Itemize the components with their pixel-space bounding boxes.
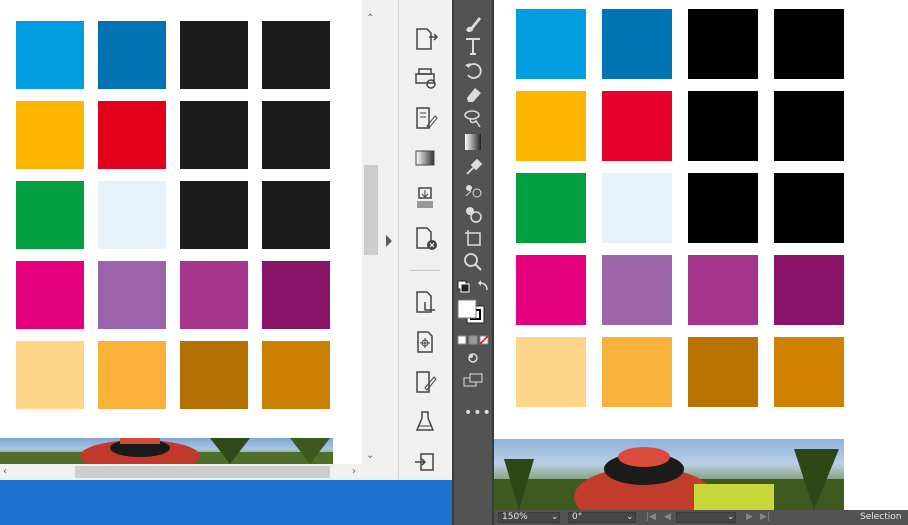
swap-page-icon[interactable] bbox=[411, 448, 439, 476]
color-swatch[interactable] bbox=[602, 91, 672, 161]
zoom-dropdown-icon[interactable]: ⌄ bbox=[551, 512, 559, 523]
color-swatch[interactable] bbox=[98, 341, 166, 409]
color-swatch[interactable] bbox=[262, 21, 330, 89]
scroll-down-icon[interactable]: ⌄ bbox=[366, 451, 374, 461]
export-document-icon[interactable] bbox=[411, 25, 439, 53]
last-artboard-icon[interactable]: ▶| bbox=[760, 512, 770, 523]
swap-colors-icon[interactable] bbox=[478, 280, 488, 291]
color-swatch[interactable] bbox=[180, 21, 248, 89]
blend-icon[interactable] bbox=[462, 179, 484, 201]
pattern-icon[interactable] bbox=[411, 184, 439, 212]
color-swatch[interactable] bbox=[16, 341, 84, 409]
shape-builder-icon[interactable] bbox=[462, 203, 484, 225]
photo-art bbox=[0, 438, 333, 464]
color-swatch[interactable] bbox=[516, 255, 586, 325]
color-swatch[interactable] bbox=[180, 261, 248, 329]
zoom-value: 150% bbox=[502, 512, 528, 522]
next-artboard-icon[interactable]: ▶ bbox=[746, 512, 753, 523]
color-swatch[interactable] bbox=[16, 101, 84, 169]
scroll-left-icon[interactable]: ‹ bbox=[3, 467, 7, 477]
color-swatch[interactable] bbox=[16, 261, 84, 329]
lasso-icon[interactable] bbox=[462, 107, 484, 129]
color-swatch[interactable] bbox=[688, 255, 758, 325]
color-swatch[interactable] bbox=[602, 9, 672, 79]
color-swatch[interactable] bbox=[180, 101, 248, 169]
left-photo[interactable] bbox=[0, 438, 333, 464]
color-swatch[interactable] bbox=[602, 255, 672, 325]
color-swatch[interactable] bbox=[98, 181, 166, 249]
eyedropper-icon[interactable] bbox=[462, 155, 484, 177]
scroll-up-icon[interactable]: ⌃ bbox=[366, 14, 374, 24]
color-swatch[interactable] bbox=[516, 337, 586, 407]
right-artboard[interactable] bbox=[494, 0, 908, 510]
place-file-icon[interactable] bbox=[411, 328, 439, 356]
color-swatch[interactable] bbox=[98, 21, 166, 89]
panel-collapse-bar[interactable] bbox=[380, 0, 398, 480]
rotate-icon[interactable] bbox=[462, 59, 484, 81]
color-swatch[interactable] bbox=[262, 181, 330, 249]
color-mode-icons[interactable] bbox=[457, 335, 489, 345]
color-swatch[interactable] bbox=[516, 91, 586, 161]
color-swatch[interactable] bbox=[688, 337, 758, 407]
color-swatch[interactable] bbox=[774, 255, 844, 325]
left-canvas[interactable] bbox=[0, 0, 362, 464]
type-icon[interactable] bbox=[462, 35, 484, 57]
color-swatch[interactable] bbox=[180, 341, 248, 409]
color-swatch[interactable] bbox=[98, 261, 166, 329]
zoom-icon[interactable] bbox=[462, 251, 484, 273]
right-photo[interactable] bbox=[494, 439, 844, 510]
crop-page-icon[interactable] bbox=[411, 288, 439, 316]
gradient-icon[interactable] bbox=[411, 144, 439, 172]
color-swatch[interactable] bbox=[98, 101, 166, 169]
artboard-icon[interactable] bbox=[462, 227, 484, 249]
color-swatch[interactable] bbox=[16, 181, 84, 249]
color-swatch[interactable] bbox=[774, 173, 844, 243]
eraser-icon[interactable] bbox=[462, 83, 484, 105]
scroll-right-icon[interactable]: › bbox=[352, 467, 356, 477]
screen-mode-icon[interactable] bbox=[463, 373, 483, 387]
scroll-corner bbox=[362, 464, 380, 480]
color-swatch[interactable] bbox=[688, 9, 758, 79]
color-swatch[interactable] bbox=[602, 337, 672, 407]
color-swatch[interactable] bbox=[688, 91, 758, 161]
vertical-scroll-thumb[interactable] bbox=[364, 165, 378, 255]
desktop-background bbox=[0, 480, 452, 525]
first-artboard-icon[interactable]: |◀ bbox=[646, 512, 656, 523]
fill-swatch[interactable] bbox=[457, 299, 477, 319]
color-swatch[interactable] bbox=[516, 173, 586, 243]
horizontal-scroll-thumb[interactable] bbox=[75, 466, 330, 478]
color-swatch[interactable] bbox=[688, 173, 758, 243]
flask-icon[interactable] bbox=[411, 408, 439, 436]
color-swatch[interactable] bbox=[16, 21, 84, 89]
color-swatch[interactable] bbox=[262, 341, 330, 409]
color-swatch[interactable] bbox=[262, 261, 330, 329]
left-document-window: ⌃ ⌄ ‹ › bbox=[0, 0, 380, 480]
document-close-icon[interactable] bbox=[411, 224, 439, 252]
color-swatch[interactable] bbox=[774, 9, 844, 79]
artboard-dropdown-icon[interactable]: ⌄ bbox=[727, 512, 735, 523]
current-tool-label: Selection bbox=[860, 512, 902, 522]
brush-icon[interactable] bbox=[462, 12, 484, 34]
color-swatch[interactable] bbox=[516, 9, 586, 79]
rotation-value: 0° bbox=[572, 512, 583, 522]
document-pen-icon[interactable] bbox=[411, 368, 439, 396]
color-swatch[interactable] bbox=[180, 181, 248, 249]
expand-arrow-icon[interactable] bbox=[380, 0, 398, 480]
dock-separator bbox=[410, 270, 440, 271]
color-swatch[interactable] bbox=[602, 173, 672, 243]
rotation-dropdown-icon[interactable]: ⌄ bbox=[626, 512, 634, 523]
fill-stroke-controls bbox=[457, 280, 489, 387]
draw-mode-icon[interactable] bbox=[468, 353, 478, 363]
prev-artboard-icon[interactable]: ◀ bbox=[664, 512, 671, 523]
print-preview-icon[interactable] bbox=[411, 64, 439, 92]
status-bar: 150% ⌄ 0° ⌄ |◀ ◀ ⌄ ▶ ▶| Selection bbox=[494, 510, 908, 525]
photo-art-right bbox=[494, 447, 844, 510]
color-swatch[interactable] bbox=[262, 101, 330, 169]
gradient-swatch-icon[interactable] bbox=[462, 131, 484, 153]
color-swatch[interactable] bbox=[774, 91, 844, 161]
default-colors-icon[interactable] bbox=[457, 280, 470, 293]
color-swatch[interactable] bbox=[774, 337, 844, 407]
more-tools-icon[interactable]: ••• bbox=[464, 405, 492, 421]
edit-document-icon[interactable] bbox=[411, 104, 439, 132]
